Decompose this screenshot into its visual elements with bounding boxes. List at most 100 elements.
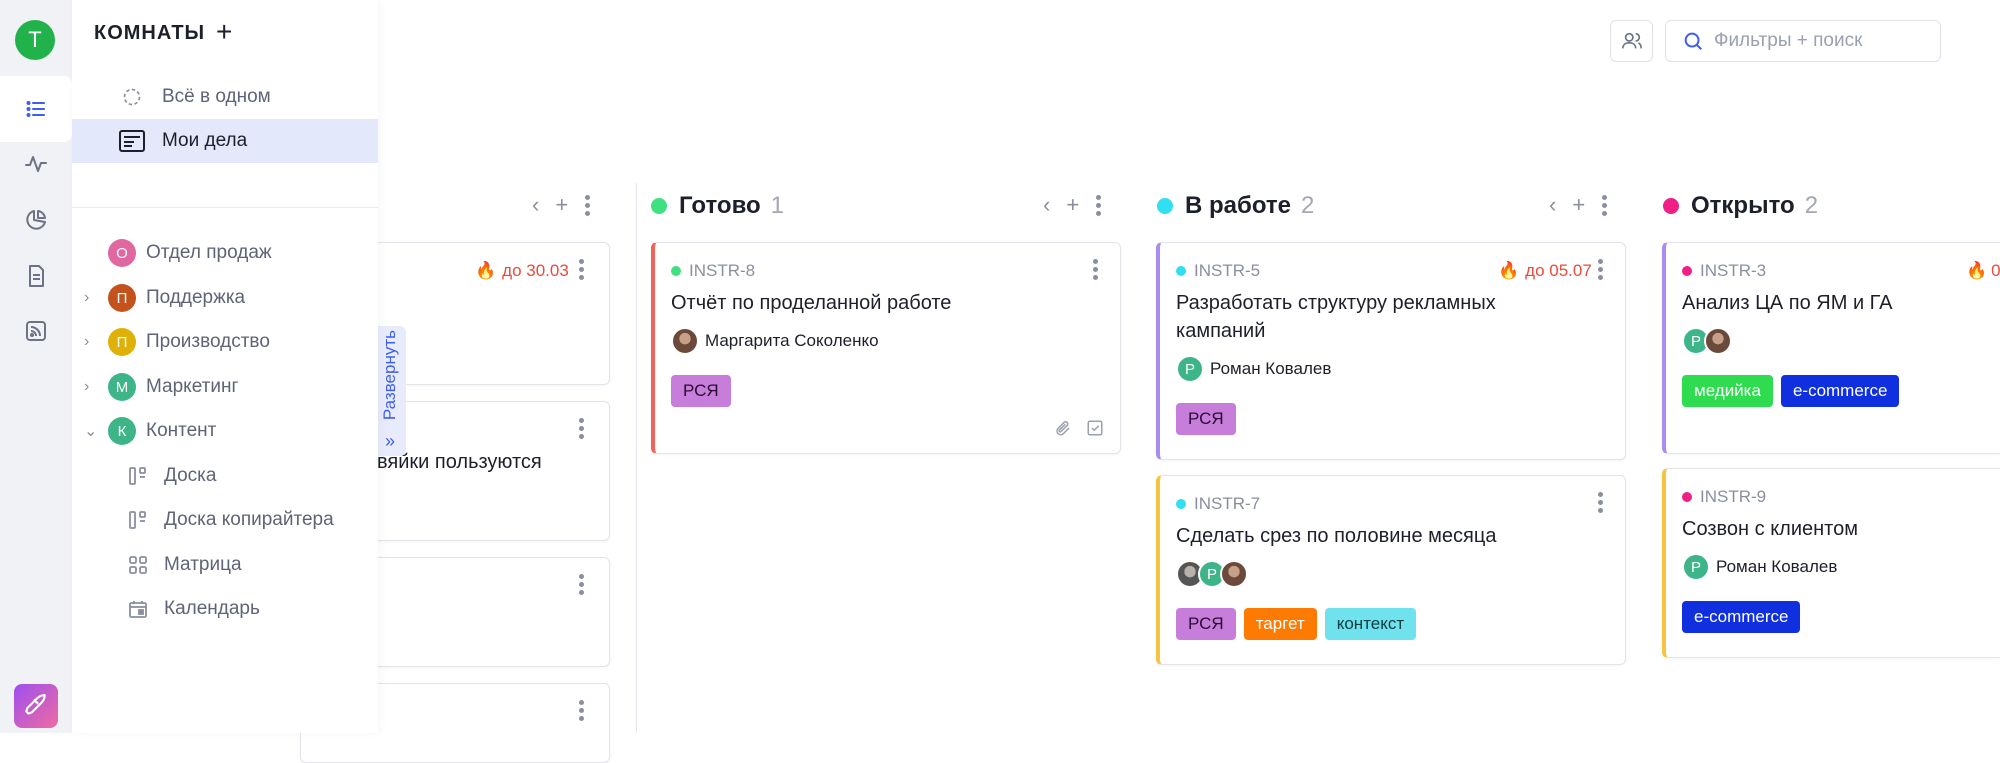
chevron-down-icon[interactable]: ⌄ (84, 421, 104, 441)
column-separator (636, 183, 637, 733)
tag: e-commerce (1682, 601, 1801, 633)
calendar-item[interactable]: Календарь (72, 587, 378, 631)
chevron-right-icon[interactable]: › (84, 289, 104, 307)
assignee-name: Роман Ковалев (1716, 557, 1838, 576)
task-card[interactable]: INSTR-9 Созвон с клиентом Р Роман Ковале… (1662, 468, 2000, 658)
search-input[interactable] (1714, 30, 1934, 52)
column-title: Готово (679, 192, 761, 219)
task-key: INSTR-8 (671, 261, 755, 281)
card-menu-icon[interactable] (1598, 492, 1604, 513)
column-menu-icon[interactable] (584, 194, 590, 216)
card-title: Отчёт по проделанной работе (671, 292, 952, 314)
search-box[interactable] (1665, 20, 1941, 62)
card-menu-icon[interactable] (579, 700, 585, 721)
assignee-name: Роман Ковалев (1210, 359, 1332, 378)
feed-icon[interactable] (0, 298, 72, 364)
panel-divider (72, 207, 378, 208)
avatar (1220, 560, 1248, 588)
column-controls: ‹ + (1549, 192, 1607, 218)
add-card-icon[interactable]: + (555, 192, 568, 218)
card-menu-icon[interactable] (1093, 259, 1099, 280)
rooms-title: КОМНАТЫ (94, 22, 206, 44)
board-item[interactable]: Доска (72, 454, 378, 498)
tag-list: РСЯ таргет контекст (1176, 608, 1417, 640)
rooms-panel: КОМНАТЫ + Всё в одном Мои дела О Отдел п… (72, 0, 378, 733)
collapse-column-icon[interactable]: ‹ (1549, 192, 1556, 218)
card-title-line2: кампаний (1176, 320, 1266, 342)
all-in-one-label: Всё в одном (162, 86, 271, 107)
add-card-icon[interactable]: + (1066, 192, 1079, 218)
workspace-avatar[interactable]: T (15, 20, 55, 60)
department-avatar: К (108, 417, 136, 445)
department-item[interactable]: ⌄ К Контент (72, 409, 378, 453)
card-title: Сделать срез по половине месяца (1176, 525, 1497, 547)
board-label: Доска (164, 465, 217, 486)
department-item[interactable]: › П Производство (72, 320, 378, 364)
paperclip-icon (1056, 421, 1070, 436)
expand-tab[interactable]: Развернуть » (378, 326, 406, 456)
kanban-icon (126, 466, 150, 486)
add-card-icon[interactable]: + (1572, 192, 1585, 218)
assignee-name: Маргарита Соколенко (705, 331, 879, 350)
avatar (1704, 327, 1732, 355)
tag: контекст (1324, 608, 1417, 640)
department-label: Отдел продаж (146, 242, 272, 263)
column-menu-icon[interactable] (1095, 194, 1101, 216)
column-menu-icon[interactable] (1601, 194, 1607, 216)
my-tasks-item[interactable]: Мои дела (72, 119, 378, 163)
task-card[interactable]: INSTR-8 Отчёт по проделанной работе Марг… (651, 242, 1121, 454)
add-room-button[interactable]: + (216, 18, 232, 46)
column-header-open: Открыто 2 (1663, 190, 1818, 222)
task-card[interactable]: INSTR-7 Сделать срез по половине месяца … (1156, 475, 1626, 665)
task-card[interactable]: INSTR-5 🔥 до 05.07 Разработать структуру … (1156, 242, 1626, 460)
tag: e-commerce (1780, 375, 1900, 407)
department-item[interactable]: О Отдел продаж (72, 231, 378, 275)
tag: таргет (1243, 608, 1317, 640)
card-menu-icon[interactable] (579, 259, 585, 280)
tag: РСЯ (1176, 403, 1236, 435)
column-title: Открыто (1691, 192, 1795, 219)
avatar (671, 327, 699, 355)
status-dot (651, 198, 667, 214)
department-item[interactable]: › М Маркетинг (72, 365, 378, 409)
department-avatar: П (108, 284, 136, 312)
fire-icon: 🔥 (1966, 261, 1988, 280)
checklist-icon (1087, 420, 1103, 436)
card-menu-icon[interactable] (1598, 259, 1604, 280)
participants-button[interactable] (1610, 20, 1653, 62)
my-tasks-label: Мои дела (162, 130, 248, 151)
avatar: Р (1682, 553, 1710, 581)
assignee: Маргарита Соколенко (671, 327, 879, 355)
expand-label: Развернуть (380, 330, 399, 421)
task-key: INSTR-5 (1176, 261, 1260, 281)
avatar: Р (1176, 355, 1204, 383)
department-item[interactable]: › П Поддержка (72, 276, 378, 320)
kanban-icon (126, 510, 150, 530)
card-menu-icon[interactable] (579, 418, 585, 439)
matrix-icon (126, 555, 150, 575)
collapse-column-icon[interactable]: ‹ (532, 192, 539, 218)
collapse-column-icon[interactable]: ‹ (1043, 192, 1050, 218)
matrix-item[interactable]: Матрица (72, 543, 378, 587)
tag-list: e-commerce (1682, 601, 1801, 633)
tag-list: медийка e-commerce (1682, 375, 1900, 407)
calendar-icon (126, 599, 150, 619)
all-in-one-item[interactable]: Всё в одном (72, 75, 378, 119)
task-key: INSTR-7 (1176, 494, 1260, 514)
column-controls: ‹ + (1043, 192, 1101, 218)
rocket-icon[interactable] (14, 684, 58, 728)
tag-list: РСЯ (1176, 403, 1236, 435)
card-title: Анализ ЦА по ЯМ и ГА (1682, 292, 1893, 314)
copywriter-board-item[interactable]: Доска копирайтера (72, 498, 378, 542)
department-label: Контент (146, 420, 217, 441)
chevron-right-icon[interactable]: › (84, 378, 104, 396)
due-date: 🔥05 (1966, 261, 2000, 280)
task-card[interactable]: INSTR-3 🔥05 Анализ ЦА по ЯМ и ГА Р медий… (1662, 242, 2000, 454)
column-header-done: Готово 1 (651, 190, 784, 222)
due-date: 🔥 до 05.07 (1498, 261, 1592, 280)
fire-icon: 🔥 (475, 261, 497, 280)
due-date: 🔥 до 30.03 (475, 261, 569, 280)
fire-icon: 🔥 (1498, 261, 1520, 280)
chevron-right-icon[interactable]: › (84, 333, 104, 351)
card-menu-icon[interactable] (579, 574, 585, 595)
